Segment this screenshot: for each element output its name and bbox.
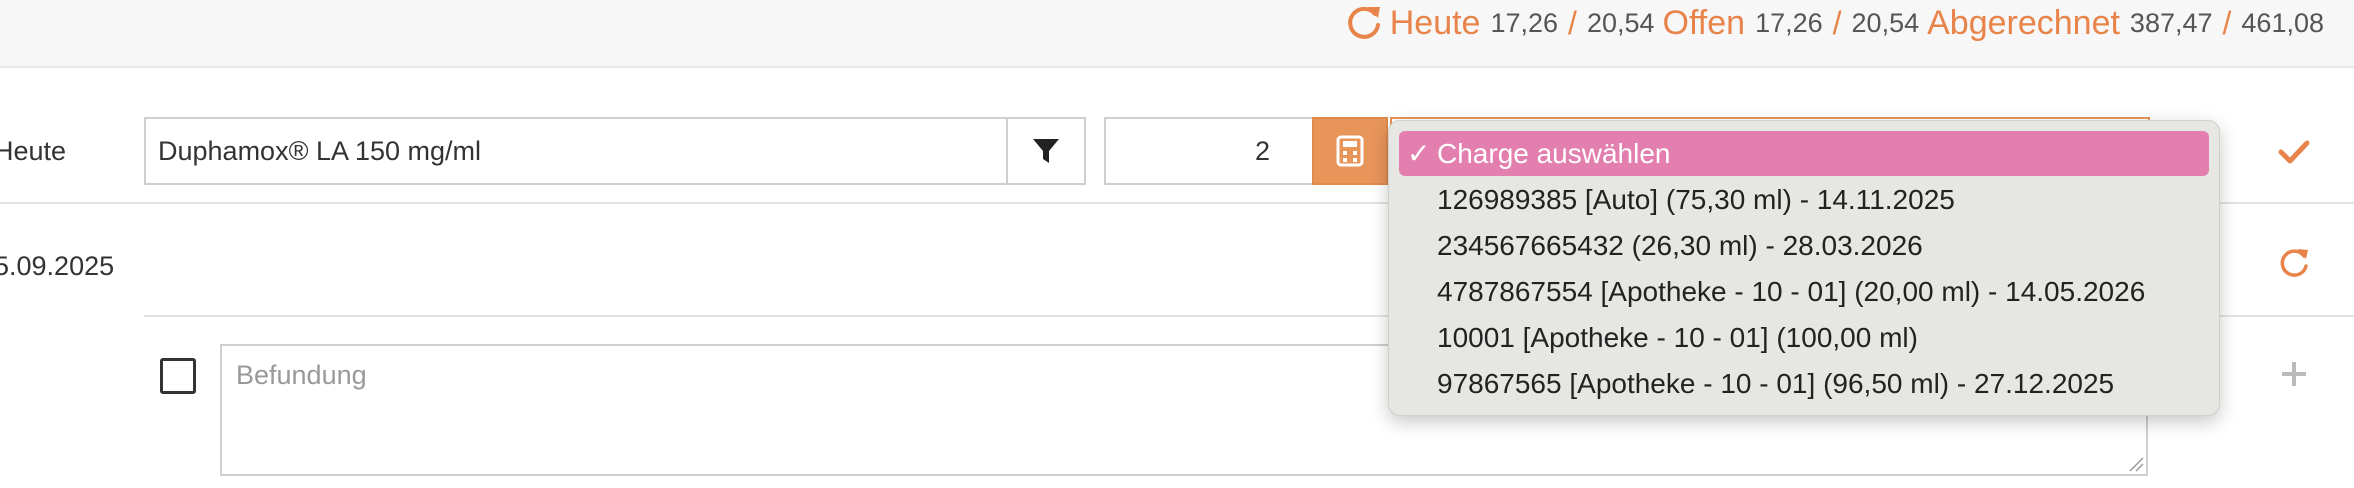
refresh-icon[interactable] [2276, 246, 2312, 282]
befund-placeholder: Befundung [236, 360, 367, 390]
calculator-button[interactable] [1312, 117, 1388, 185]
product-input-value: Duphamox® LA 150 mg/ml [158, 135, 482, 166]
charge-option-label: 126989385 [Auto] (75,30 ml) - 14.11.2025 [1437, 183, 1955, 215]
resize-grip-icon[interactable] [2126, 454, 2144, 472]
charge-option-label: 97867565 [Apotheke - 10 - 01] (96,50 ml)… [1437, 367, 2115, 399]
filter-button[interactable] [1006, 117, 1086, 185]
row-label-heute: Heute [0, 136, 67, 166]
quantity-value: 2 [1254, 135, 1270, 166]
charge-option[interactable]: 97867565 [Apotheke - 10 - 01] (96,50 ml)… [1399, 361, 2209, 406]
separator: / [1832, 4, 1842, 41]
refresh-icon[interactable] [1344, 3, 1384, 43]
charge-option[interactable]: 126989385 [Auto] (75,30 ml) - 14.11.2025 [1399, 177, 2209, 222]
check-icon[interactable] [2276, 134, 2312, 170]
row-date: 5.09.2025 [0, 251, 115, 281]
filter-icon [1033, 139, 1059, 163]
check-icon: ✓ [1407, 138, 1431, 169]
page: Heute 17,26 / 20,54 Offen 17,26 / 20,54 … [0, 0, 2354, 488]
abgerechnet-label: Abgerechnet [1927, 3, 2120, 42]
product-input[interactable]: Duphamox® LA 150 mg/ml [144, 117, 1008, 185]
befund-checkbox[interactable] [160, 358, 196, 394]
separator: / [1568, 4, 1577, 41]
summary-totals: Heute 17,26 / 20,54 Offen 17,26 / 20,54 … [1344, 0, 2324, 46]
charge-option-label: 234567665432 (26,30 ml) - 28.03.2026 [1437, 229, 1923, 261]
abgerechnet-value-gross: 461,08 [2241, 7, 2324, 38]
charge-option-label: 10001 [Apotheke - 10 - 01] (100,00 ml) [1437, 321, 1918, 353]
quantity-input[interactable]: 2 [1104, 117, 1314, 185]
separator: / [2222, 4, 2232, 41]
summary-bar: Heute 17,26 / 20,54 Offen 17,26 / 20,54 … [0, 0, 2354, 68]
calculator-icon [1336, 135, 1364, 167]
charge-option-label: 4787867554 [Apotheke - 10 - 01] (20,00 m… [1437, 275, 2146, 307]
charge-option-selected[interactable]: ✓ Charge auswählen [1399, 131, 2209, 176]
offen-value-gross: 20,54 [1851, 7, 1920, 38]
heute-value-net: 17,26 [1490, 7, 1559, 38]
charge-option[interactable]: 10001 [Apotheke - 10 - 01] (100,00 ml) [1399, 315, 2209, 360]
plus-icon[interactable] [2278, 358, 2310, 390]
charge-dropdown: ✓ Charge auswählen 126989385 [Auto] (75,… [1388, 120, 2220, 416]
heute-label: Heute [1389, 3, 1481, 42]
offen-label: Offen [1662, 3, 1746, 42]
heute-value-gross: 20,54 [1586, 7, 1655, 38]
abgerechnet-value-net: 387,47 [2129, 7, 2213, 38]
charge-option[interactable]: 4787867554 [Apotheke - 10 - 01] (20,00 m… [1399, 269, 2209, 314]
charge-option[interactable]: 234567665432 (26,30 ml) - 28.03.2026 [1399, 223, 2209, 268]
charge-option-label: Charge auswählen [1437, 137, 1671, 169]
offen-value-net: 17,26 [1755, 7, 1823, 38]
